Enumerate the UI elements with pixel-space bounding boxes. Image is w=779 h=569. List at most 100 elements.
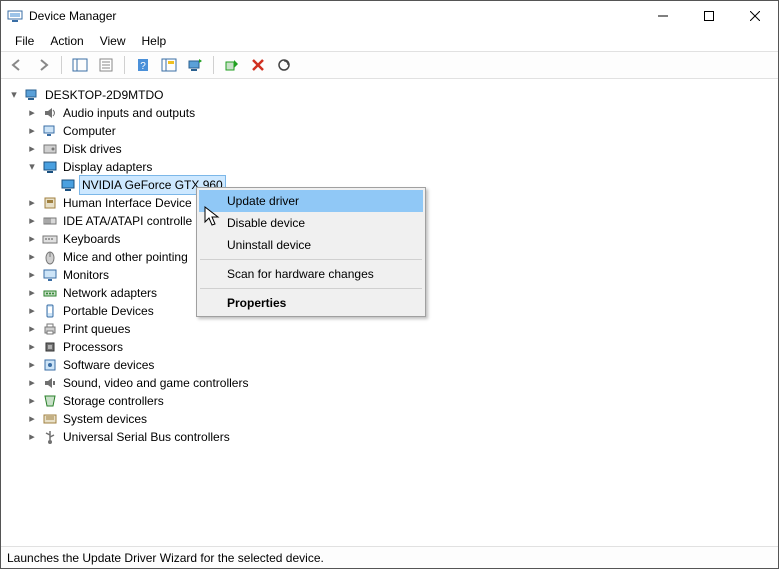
collapse-icon[interactable]: ▾: [7, 88, 21, 102]
tree-category-label: Mice and other pointing: [61, 248, 190, 266]
monitor-icon: [42, 267, 58, 283]
uninstall-device-button[interactable]: [246, 54, 270, 76]
storage-icon: [42, 393, 58, 409]
tree-category-label: Software devices: [61, 356, 156, 374]
expand-icon[interactable]: ▸: [25, 304, 39, 318]
tree-category-label: Monitors: [61, 266, 111, 284]
titlebar: Device Manager: [1, 1, 778, 31]
window-controls: [640, 1, 778, 31]
enable-device-button[interactable]: [220, 54, 244, 76]
status-bar: Launches the Update Driver Wizard for th…: [1, 546, 778, 568]
update-driver-button[interactable]: [183, 54, 207, 76]
menu-file[interactable]: File: [9, 32, 40, 50]
speaker-icon: [42, 105, 58, 121]
expand-icon[interactable]: ▸: [25, 358, 39, 372]
tree-category[interactable]: ▸ Universal Serial Bus controllers: [7, 428, 778, 446]
tree-category-label: Human Interface Device: [61, 194, 194, 212]
tree-root[interactable]: ▾ DESKTOP-2D9MTDO: [7, 86, 778, 104]
svg-text:?: ?: [140, 61, 146, 72]
tree-root-label: DESKTOP-2D9MTDO: [43, 86, 165, 104]
menu-bar: File Action View Help: [1, 31, 778, 51]
printer-icon: [42, 321, 58, 337]
app-icon: [7, 8, 23, 24]
menu-help[interactable]: Help: [136, 32, 173, 50]
ctx-update-driver[interactable]: Update driver: [199, 190, 423, 212]
portable-icon: [42, 303, 58, 319]
tree-category-label: Print queues: [61, 320, 132, 338]
ctx-separator: [200, 259, 422, 260]
network-icon: [42, 285, 58, 301]
forward-button[interactable]: [31, 54, 55, 76]
menu-view[interactable]: View: [94, 32, 132, 50]
expand-icon[interactable]: ▸: [25, 268, 39, 282]
expand-icon[interactable]: ▸: [25, 412, 39, 426]
display-icon: [60, 177, 76, 193]
close-button[interactable]: [732, 1, 778, 31]
tree-category-label: Display adapters: [61, 158, 154, 176]
tree-category[interactable]: ▸ System devices: [7, 410, 778, 428]
help-button[interactable]: ?: [131, 54, 155, 76]
tree-category[interactable]: ▸ Software devices: [7, 356, 778, 374]
window-title: Device Manager: [29, 9, 640, 23]
expand-icon[interactable]: ▸: [25, 376, 39, 390]
tree-category-label: Processors: [61, 338, 125, 356]
tree-category[interactable]: ▸ Print queues: [7, 320, 778, 338]
tree-category-label: Disk drives: [61, 140, 124, 158]
tree-category-label: Keyboards: [61, 230, 122, 248]
expand-icon[interactable]: ▸: [25, 232, 39, 246]
tree-category-label: IDE ATA/ATAPI controlle: [61, 212, 194, 230]
expand-icon[interactable]: ▸: [25, 394, 39, 408]
keyboard-icon: [42, 231, 58, 247]
expand-icon[interactable]: ▸: [25, 214, 39, 228]
expand-icon[interactable]: ▸: [25, 142, 39, 156]
software-icon: [42, 357, 58, 373]
tree-category-label: Portable Devices: [61, 302, 156, 320]
ctx-properties[interactable]: Properties: [199, 292, 423, 314]
tree-category[interactable]: ▸ Disk drives: [7, 140, 778, 158]
tree-category[interactable]: ▸ Computer: [7, 122, 778, 140]
menu-action[interactable]: Action: [44, 32, 89, 50]
expand-icon[interactable]: ▸: [25, 124, 39, 138]
ctx-scan-hardware[interactable]: Scan for hardware changes: [199, 263, 423, 285]
disk-icon: [42, 141, 58, 157]
tree-category[interactable]: ▸ Sound, video and game controllers: [7, 374, 778, 392]
ctx-uninstall-device[interactable]: Uninstall device: [199, 234, 423, 256]
computer-icon: [42, 123, 58, 139]
tree-category[interactable]: ▸ Processors: [7, 338, 778, 356]
expand-icon[interactable]: ▸: [25, 340, 39, 354]
scan-hardware-button[interactable]: [272, 54, 296, 76]
action-center-button[interactable]: [157, 54, 181, 76]
cpu-icon: [42, 339, 58, 355]
tree-category-label: Computer: [61, 122, 118, 140]
tree-category-label: Universal Serial Bus controllers: [61, 428, 232, 446]
collapse-icon[interactable]: ▾: [25, 160, 39, 174]
expand-icon[interactable]: ▸: [25, 106, 39, 120]
ide-icon: [42, 213, 58, 229]
display-icon: [42, 159, 58, 175]
tree-category[interactable]: ▸ Storage controllers: [7, 392, 778, 410]
status-text: Launches the Update Driver Wizard for th…: [7, 551, 324, 565]
show-hide-console-tree-button[interactable]: [68, 54, 92, 76]
back-button[interactable]: [5, 54, 29, 76]
maximize-button[interactable]: [686, 1, 732, 31]
tree-category-label: Sound, video and game controllers: [61, 374, 250, 392]
minimize-button[interactable]: [640, 1, 686, 31]
expand-icon[interactable]: ▸: [25, 322, 39, 336]
tree-category[interactable]: ▸ Audio inputs and outputs: [7, 104, 778, 122]
usb-icon: [42, 429, 58, 445]
sound-icon: [42, 375, 58, 391]
expand-icon[interactable]: ▸: [25, 250, 39, 264]
ctx-disable-device[interactable]: Disable device: [199, 212, 423, 234]
hid-icon: [42, 195, 58, 211]
mouse-icon: [42, 249, 58, 265]
system-icon: [42, 411, 58, 427]
properties-button[interactable]: [94, 54, 118, 76]
expand-icon[interactable]: ▸: [25, 286, 39, 300]
expand-icon[interactable]: ▸: [25, 196, 39, 210]
toolbar: ?: [1, 51, 778, 79]
expand-icon[interactable]: ▸: [25, 430, 39, 444]
computer-icon: [24, 87, 40, 103]
tree-category-label: Network adapters: [61, 284, 159, 302]
tree-category-label: System devices: [61, 410, 149, 428]
tree-category[interactable]: ▾ Display adapters: [7, 158, 778, 176]
